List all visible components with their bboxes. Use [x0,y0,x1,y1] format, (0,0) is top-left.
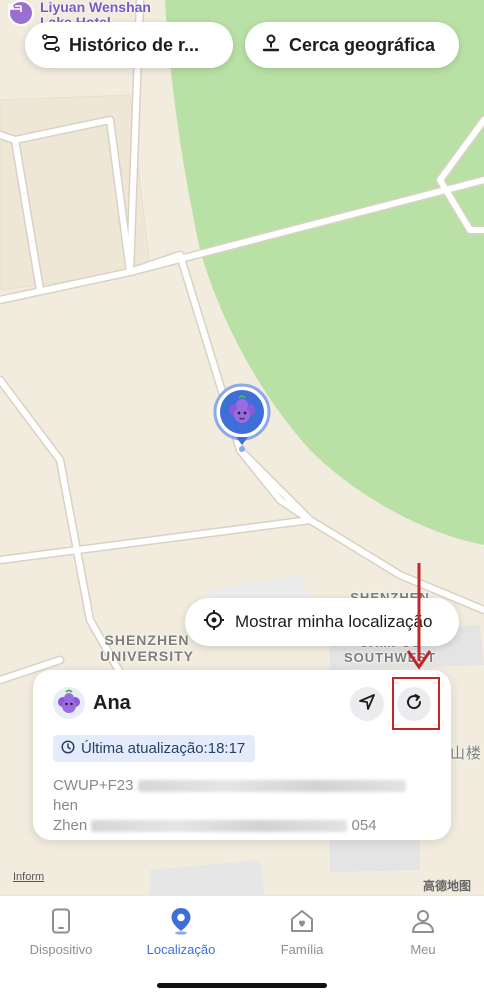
tab-location[interactable]: Localização [131,906,231,957]
crosshair-icon [203,609,225,636]
navigate-button[interactable] [350,687,384,721]
person-icon [373,906,473,936]
refresh-highlight-box [392,677,440,730]
clock-icon [61,739,75,758]
home-heart-icon [252,906,352,936]
location-icon [131,906,231,936]
last-update-badge: Última atualização:18:17 [53,735,256,762]
tab-device-label: Dispositivo [29,942,93,957]
home-indicator[interactable] [157,983,327,988]
avatar [53,687,85,719]
inform-link[interactable]: Inform [13,871,44,883]
tab-family[interactable]: Família [252,906,352,957]
geofence-label: Cerca geográfica [289,34,436,55]
university-label-line1: SHENZHEN [104,632,190,648]
address-line2-end: 054 [351,817,377,834]
tab-me-label: Meu [410,942,436,957]
location-pin-icon [261,33,281,58]
tab-location-label: Localização [146,942,216,957]
address-line2-start: Zhen [53,817,88,834]
university-label: SHENZHEN UNIVERSITY [100,632,194,664]
map-provider-logo: 高德地图 [423,879,472,893]
tab-device[interactable]: Dispositivo [11,906,111,957]
address-redacted-2 [91,820,348,833]
address-line1-end: hen [53,797,79,814]
address-line1-start: CWUP+F23 [53,777,134,794]
tab-family-label: Família [280,942,324,957]
phone-icon [11,906,111,936]
tab-me[interactable]: Meu [373,906,473,957]
location-history-label: Histórico de r... [69,34,200,55]
route-icon [41,33,61,58]
geofence-button[interactable]: Cerca geográfica [245,22,459,68]
location-history-button[interactable]: Histórico de r... [25,22,233,68]
device-location-pin[interactable] [212,383,272,453]
edge-map-label: 山楼 [450,745,483,762]
annotation-arrow-icon [406,563,432,670]
bed-icon [8,0,34,26]
university-label-line2: UNIVERSITY [100,648,195,664]
device-name: Ana [93,692,131,714]
device-info-card[interactable]: Ana Última atualização:18:17 CWUP+F23 he… [33,670,451,840]
device-address: CWUP+F23 hen Zhen 054 [53,776,433,836]
last-update-text: Última atualização:18:17 [81,740,246,757]
navigation-arrow-icon [358,693,376,716]
address-redacted-1 [137,780,406,793]
show-my-location-label: Mostrar minha localização [235,612,433,631]
hotel-name-line1: Liyuan Wenshan [40,0,151,15]
